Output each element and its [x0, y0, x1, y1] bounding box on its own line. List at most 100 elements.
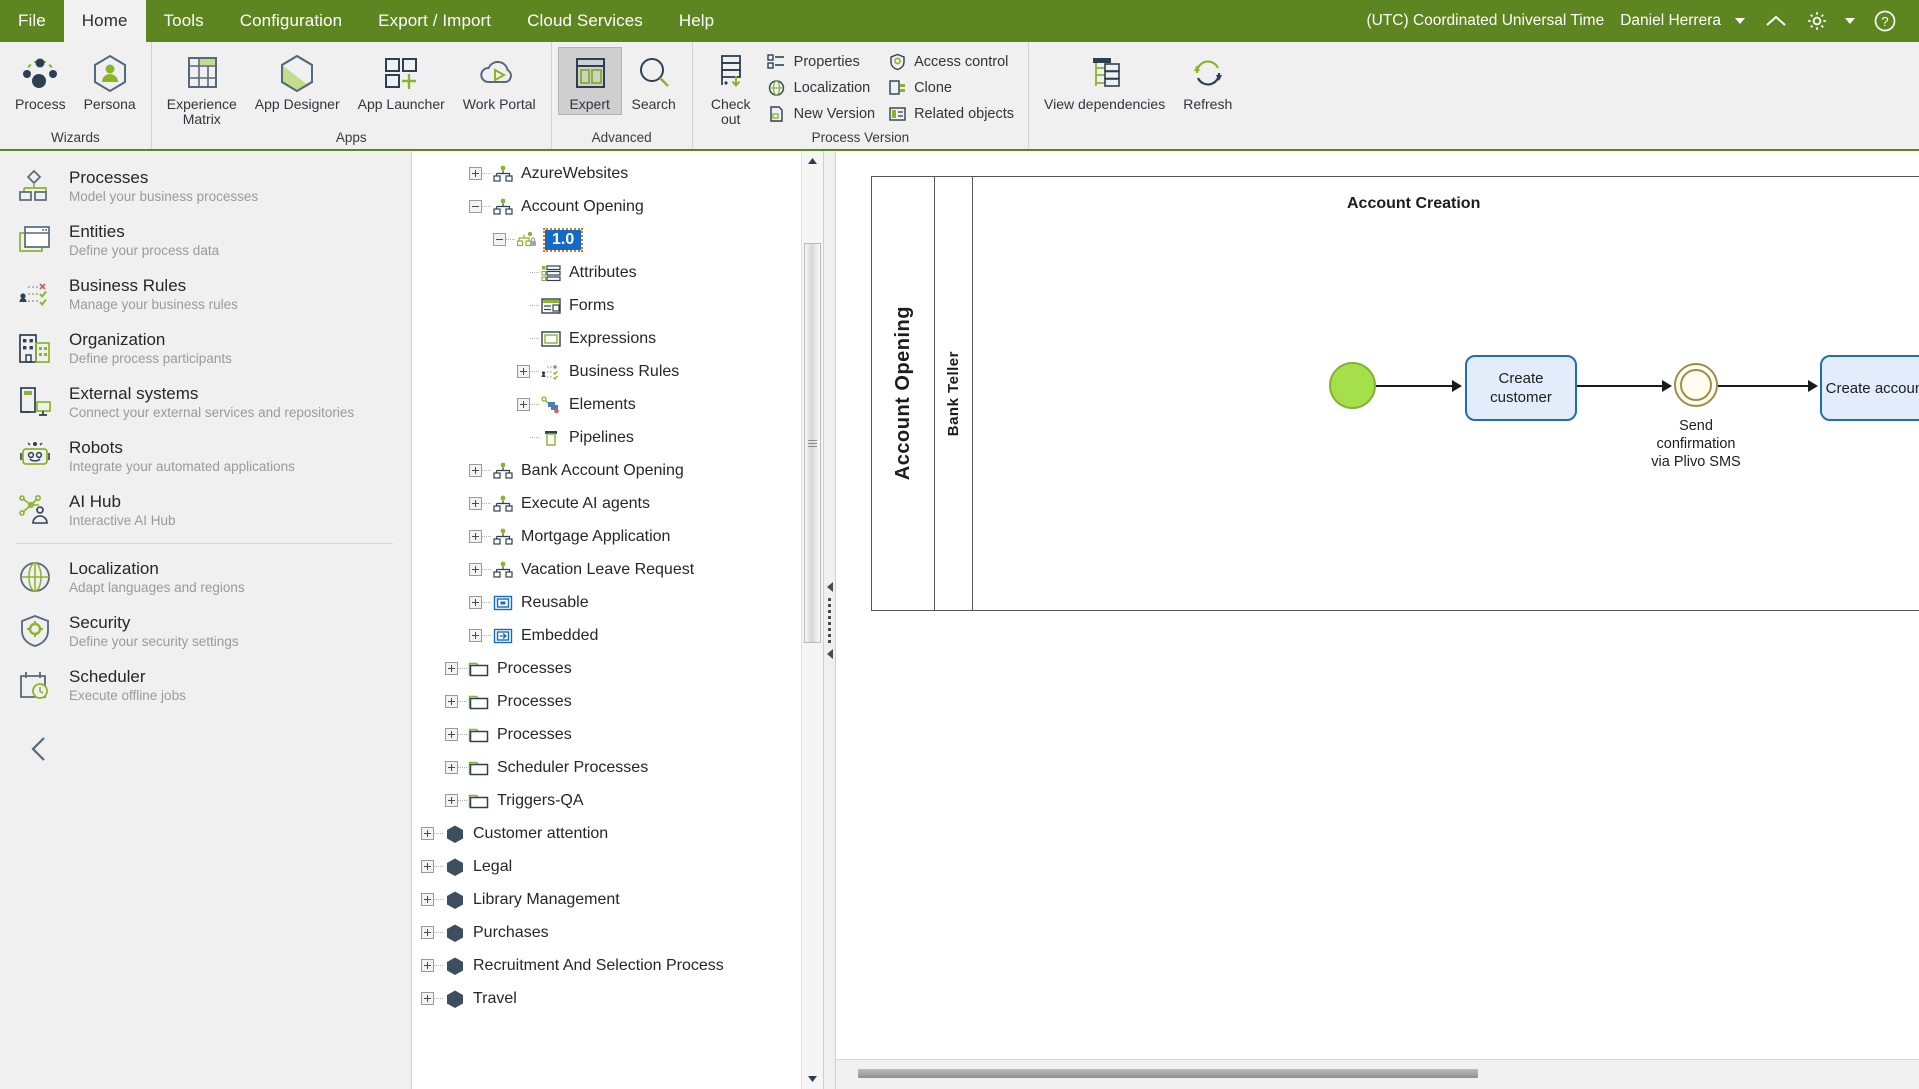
tree-node[interactable]: AzureWebsites: [412, 157, 801, 190]
tree-node[interactable]: Business Rules: [412, 355, 801, 388]
ribbon-button-app-launcher[interactable]: App Launcher: [349, 47, 454, 115]
ribbon-button-work-portal[interactable]: Work Portal: [454, 47, 545, 115]
tree-node[interactable]: Forms: [412, 289, 801, 322]
tree-node[interactable]: Embedded: [412, 619, 801, 652]
tree-expand-icon[interactable]: [420, 827, 434, 840]
tree-expand-icon[interactable]: [420, 893, 434, 906]
ribbon-item-localization[interactable]: Localization: [763, 75, 883, 101]
ribbon-item-new-version[interactable]: New Version: [763, 101, 883, 127]
tree-node[interactable]: Triggers-QA: [412, 784, 801, 817]
scrollbar-track[interactable]: [802, 171, 823, 1069]
sidebar-collapse-button[interactable]: [0, 712, 411, 769]
tree-node[interactable]: Vacation Leave Request: [412, 553, 801, 586]
tree-node[interactable]: Processes: [412, 685, 801, 718]
ribbon-button-refresh[interactable]: Refresh: [1174, 47, 1241, 115]
canvas-horizontal-scrollbar[interactable]: [836, 1059, 1919, 1089]
tree-collapse-icon[interactable]: [492, 233, 506, 246]
tree-expand-icon[interactable]: [444, 794, 458, 807]
tree-vertical-scrollbar[interactable]: [801, 151, 823, 1089]
tree-expand-icon[interactable]: [420, 926, 434, 939]
ribbon-item-access-control[interactable]: Access control: [883, 49, 1022, 75]
sidebar-item-robots[interactable]: Robots Integrate your automated applicat…: [0, 429, 411, 483]
tree-expand-icon[interactable]: [444, 662, 458, 675]
tree-expand-icon[interactable]: [468, 530, 482, 543]
tree-expand-icon[interactable]: [468, 464, 482, 477]
tree-expand-icon[interactable]: [468, 497, 482, 510]
ribbon-button-check-out[interactable]: Check out: [699, 47, 763, 130]
tree-node[interactable]: Customer attention: [412, 817, 801, 850]
scroll-down-arrow-icon[interactable]: [802, 1069, 823, 1089]
sidebar-item-organization[interactable]: Organization Define process participants: [0, 321, 411, 375]
tree-node[interactable]: Scheduler Processes: [412, 751, 801, 784]
settings-chevron-down-icon[interactable]: [1845, 18, 1855, 24]
menu-configuration[interactable]: Configuration: [222, 0, 360, 42]
menu-file[interactable]: File: [0, 0, 64, 42]
tree-expand-icon[interactable]: [468, 629, 482, 642]
chevron-down-icon[interactable]: [1735, 18, 1745, 24]
menu-export-import[interactable]: Export / Import: [360, 0, 509, 42]
tree-expand-icon[interactable]: [516, 365, 530, 378]
sidebar-item-processes[interactable]: Processes Model your business processes: [0, 159, 411, 213]
bpmn-pool[interactable]: Account Opening Bank Teller Account Crea…: [871, 176, 1919, 611]
user-name-label[interactable]: Daniel Herrera: [1610, 12, 1727, 30]
tree-node[interactable]: Execute AI agents: [412, 487, 801, 520]
tree-expand-icon[interactable]: [468, 563, 482, 576]
tree-node[interactable]: Processes: [412, 652, 801, 685]
tree-node[interactable]: Library Management: [412, 883, 801, 916]
sidebar-item-external-systems[interactable]: External systems Connect your external s…: [0, 375, 411, 429]
tree-expand-icon[interactable]: [420, 992, 434, 1005]
menu-help[interactable]: Help: [661, 0, 732, 42]
tree-node[interactable]: Expressions: [412, 322, 801, 355]
tree-node[interactable]: Travel: [412, 982, 801, 1015]
sidebar-item-entities[interactable]: Entities Define your process data: [0, 213, 411, 267]
panel-splitter[interactable]: [824, 151, 836, 1089]
tree-collapse-icon[interactable]: [468, 200, 482, 213]
tree-expand-icon[interactable]: [420, 959, 434, 972]
bpmn-task-create-customer[interactable]: Create customer: [1465, 355, 1577, 421]
tree-node[interactable]: Processes: [412, 718, 801, 751]
sidebar-item-ai-hub[interactable]: AI Hub Interactive AI Hub: [0, 483, 411, 537]
ribbon-button-persona[interactable]: Persona: [75, 47, 145, 115]
gear-icon[interactable]: [1797, 9, 1837, 33]
bpmn-intermediate-event[interactable]: [1674, 363, 1718, 407]
tree-node[interactable]: Account Opening: [412, 190, 801, 223]
tree-node[interactable]: Reusable: [412, 586, 801, 619]
tree-node[interactable]: Elements: [412, 388, 801, 421]
ribbon-item-clone[interactable]: Clone: [883, 75, 1022, 101]
tree-expand-icon[interactable]: [420, 860, 434, 873]
tree-node[interactable]: Recruitment And Selection Process: [412, 949, 801, 982]
tree-node[interactable]: Attributes: [412, 256, 801, 289]
menu-home[interactable]: Home: [63, 0, 146, 42]
sidebar-item-scheduler[interactable]: Scheduler Execute offline jobs: [0, 658, 411, 712]
ribbon-item-related-objects[interactable]: Related objects: [883, 101, 1022, 127]
bpmn-canvas[interactable]: Account Opening Bank Teller Account Crea…: [836, 151, 1919, 1059]
chevron-up-icon[interactable]: [1755, 13, 1797, 29]
menu-cloud-services[interactable]: Cloud Services: [509, 0, 661, 42]
scrollbar-thumb[interactable]: [804, 243, 821, 643]
tree-node[interactable]: Mortgage Application: [412, 520, 801, 553]
sidebar-item-business-rules[interactable]: Business Rules Manage your business rule…: [0, 267, 411, 321]
bpmn-start-event[interactable]: [1329, 362, 1376, 409]
splitter-collapse-up-icon[interactable]: [826, 581, 833, 592]
ribbon-button-process[interactable]: Process: [6, 47, 75, 115]
tree-expand-icon[interactable]: [444, 695, 458, 708]
menu-tools[interactable]: Tools: [146, 0, 222, 42]
tree-expand-icon[interactable]: [468, 167, 482, 180]
ribbon-button-search[interactable]: Search: [622, 47, 686, 115]
tree-expand-icon[interactable]: [516, 398, 530, 411]
canvas-hscroll-thumb[interactable]: [858, 1069, 1478, 1078]
object-tree[interactable]: AzureWebsites Account Opening 1.0 Attribute…: [412, 151, 801, 1089]
tree-expand-icon[interactable]: [468, 596, 482, 609]
bpmn-task-create-account[interactable]: Create account: [1820, 355, 1919, 421]
sidebar-item-security[interactable]: Security Define your security settings: [0, 604, 411, 658]
tree-node[interactable]: Legal: [412, 850, 801, 883]
ribbon-button-experience-matrix[interactable]: Experience Matrix: [158, 47, 246, 130]
tree-node[interactable]: Pipelines: [412, 421, 801, 454]
scroll-up-arrow-icon[interactable]: [802, 151, 823, 171]
question-circle-icon[interactable]: ?: [1865, 9, 1905, 33]
ribbon-button-app-designer[interactable]: App Designer: [246, 47, 349, 115]
sidebar-item-localization[interactable]: Localization Adapt languages and regions: [0, 550, 411, 604]
tree-node[interactable]: 1.0: [412, 223, 801, 256]
splitter-collapse-down-icon[interactable]: [826, 648, 833, 659]
tree-expand-icon[interactable]: [444, 761, 458, 774]
